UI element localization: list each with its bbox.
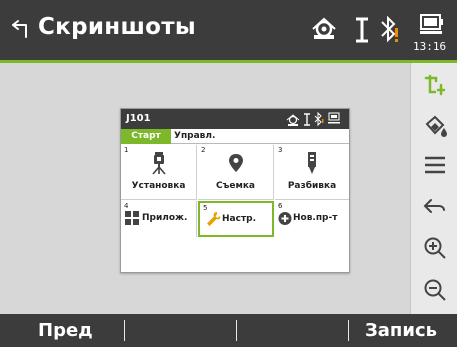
ibeam-status-icon: [356, 17, 368, 43]
tile-label: Съемка: [215, 181, 255, 191]
clock: 13:16: [413, 40, 447, 53]
location-pin-icon: [229, 154, 243, 172]
screenshot-thumbnail[interactable]: J101 Старт Управл. 1 Установка 2 Съемка …: [120, 108, 350, 273]
menu-button[interactable]: [411, 145, 457, 185]
tile-label: Установка: [131, 181, 186, 191]
softkey-divider: [124, 320, 125, 341]
crop-button[interactable]: [411, 65, 457, 105]
tile-survey[interactable]: 2 Съемка: [198, 145, 274, 200]
wrench-icon: [207, 212, 221, 226]
zoom-in-icon: [424, 237, 446, 259]
tile-settings-selected[interactable]: 5 Настр.: [198, 201, 274, 237]
right-toolbar: [410, 63, 457, 314]
tile-number: 3: [278, 146, 283, 154]
tile-number: 2: [201, 146, 206, 154]
back-arrow-icon[interactable]: [10, 17, 32, 39]
softkey-f3[interactable]: [238, 314, 346, 347]
thumbnail-title: J101: [126, 113, 151, 124]
page-title: Скриншоты: [38, 14, 197, 40]
back-arrow-icon: [423, 199, 445, 213]
menu-icon: [424, 156, 445, 174]
tab-control[interactable]: Управл.: [174, 129, 234, 144]
apps-icon: [125, 211, 139, 225]
new-project-icon: [278, 212, 292, 225]
softkey-divider: [236, 320, 237, 341]
battery-icon: [420, 14, 443, 34]
softkey-bar: Пред Запись: [0, 314, 457, 347]
tab-start[interactable]: Старт: [121, 129, 171, 144]
fill-icon: [425, 115, 447, 137]
undo-button[interactable]: [411, 187, 457, 227]
softkey-record[interactable]: Запись: [365, 314, 437, 347]
instrument-icon: [152, 152, 166, 175]
thumbnail-title-bar: J101: [121, 109, 349, 129]
tile-number: 1: [124, 146, 129, 154]
softkey-f2[interactable]: [126, 314, 234, 347]
fill-button[interactable]: [411, 105, 457, 145]
tile-number: 6: [278, 202, 283, 210]
target-status-icon: [312, 17, 336, 39]
zoom-in-button[interactable]: [411, 228, 457, 268]
stakeout-icon: [308, 152, 316, 174]
bluetooth-warning-icon: [381, 15, 398, 43]
tile-apps[interactable]: 4 Прилож.: [121, 201, 197, 237]
tile-setup[interactable]: 1 Установка: [121, 145, 197, 200]
crop-icon: [424, 74, 445, 96]
zoom-out-button[interactable]: [411, 270, 457, 310]
tile-label: Настр.: [222, 214, 257, 224]
title-accent-line: [0, 60, 457, 63]
zoom-out-icon: [424, 279, 446, 301]
tile-stakeout[interactable]: 3 Разбивка: [275, 145, 349, 200]
tile-label: Нов.пр-т: [293, 213, 338, 223]
title-bar: Скриншоты 13:16: [0, 0, 457, 60]
thumbnail-status-icons: [286, 111, 340, 127]
tile-label: Разбивка: [287, 181, 337, 191]
tile-label: Прилож.: [142, 213, 188, 223]
tile-new-project[interactable]: 6 Нов.пр-т: [275, 201, 349, 237]
softkey-prev[interactable]: Пред: [38, 314, 93, 347]
tile-number: 4: [124, 202, 129, 210]
screen: Скриншоты 13:16 J101 Старт Управл. 1 Уст…: [0, 0, 457, 347]
thumbnail-tabs: Старт Управл.: [121, 129, 349, 144]
softkey-divider: [348, 320, 349, 341]
